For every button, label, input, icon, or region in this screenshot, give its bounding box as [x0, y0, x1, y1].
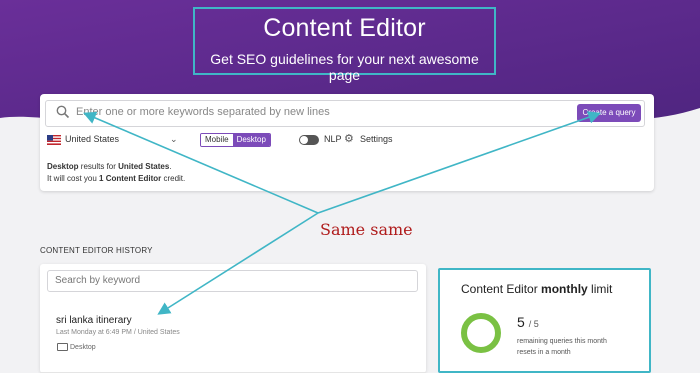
history-search-placeholder: Search by keyword	[55, 275, 141, 286]
monthly-limit-card: Content Editor monthly limit 5 / 5 remai…	[438, 268, 651, 373]
create-query-button[interactable]: Create a query	[577, 104, 641, 122]
history-panel: Search by keyword sri lanka itinerary La…	[40, 264, 426, 373]
page-subtitle: Get SEO guidelines for your next awesome…	[210, 51, 479, 83]
gear-icon[interactable]: ⚙	[344, 134, 354, 145]
search-icon	[56, 105, 70, 119]
device-option-mobile[interactable]: Mobile	[201, 134, 233, 146]
history-item-meta: Last Monday at 6:49 PM / United States	[56, 329, 180, 336]
limit-progress-ring	[461, 313, 501, 353]
chevron-down-icon[interactable]: ⌄	[170, 134, 178, 145]
limit-count: 5 / 5	[517, 314, 539, 330]
limit-details: remaining queries this month resets in a…	[517, 338, 607, 356]
hero-title-box: Content Editor Get SEO guidelines for yo…	[193, 7, 496, 83]
us-flag-icon	[47, 135, 61, 145]
desktop-icon	[57, 343, 68, 351]
annotation-text: Same same	[320, 220, 413, 239]
country-select[interactable]: United States	[65, 134, 119, 144]
device-toggle[interactable]: Mobile Desktop	[200, 133, 271, 147]
keyword-input-placeholder: Enter one or more keywords separated by …	[76, 106, 330, 118]
history-search-input[interactable]: Search by keyword	[47, 270, 418, 292]
keyword-input[interactable]: Enter one or more keywords separated by …	[45, 100, 645, 127]
page-title: Content Editor	[263, 14, 426, 42]
nlp-toggle[interactable]	[299, 135, 319, 145]
device-option-desktop[interactable]: Desktop	[232, 134, 270, 146]
history-heading: CONTENT EDITOR HISTORY	[40, 246, 153, 255]
settings-link[interactable]: Settings	[360, 134, 393, 144]
history-item-device: Desktop	[70, 344, 96, 351]
history-item-title[interactable]: sri lanka itinerary	[56, 315, 132, 326]
query-panel: Enter one or more keywords separated by …	[40, 94, 654, 191]
nlp-label: NLP	[324, 134, 342, 144]
query-info: Desktop results for United States. It wi…	[47, 162, 186, 183]
limit-title: Content Editor monthly limit	[461, 282, 613, 296]
